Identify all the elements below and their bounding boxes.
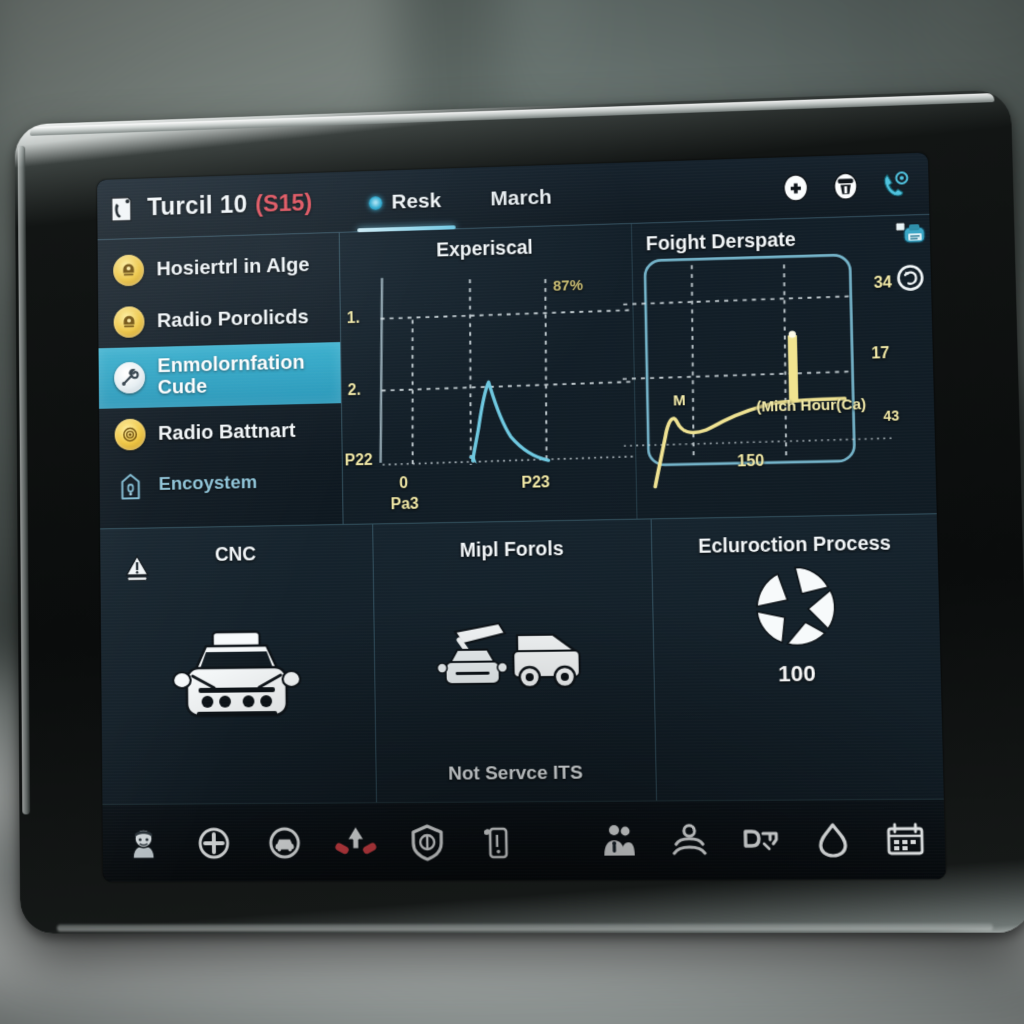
card-ecluroction-process[interactable]: Ecluroction Process 100 xyxy=(651,514,944,801)
shield-icon[interactable] xyxy=(407,821,447,862)
bottom-toolbar xyxy=(102,798,946,882)
key-icon[interactable] xyxy=(740,820,782,861)
tab-status-dot-icon xyxy=(368,195,383,210)
card-cnc[interactable]: CNC xyxy=(100,524,377,805)
sidebar-item-label: Enmolornfation Cude xyxy=(157,351,305,399)
sidebar-item-encoystem[interactable]: Encoystem xyxy=(99,456,342,513)
chart-xtick-0: 0 xyxy=(399,475,409,493)
target-badge-icon xyxy=(114,418,146,451)
refresh-circle-icon[interactable] xyxy=(893,261,927,294)
alert-badge-icon xyxy=(113,253,145,286)
bezel-bottom-highlight xyxy=(56,923,994,932)
warning-triangle-icon xyxy=(123,552,150,584)
tab-bar: Resk March xyxy=(368,165,553,231)
chart-annotation-mich-hour: (Mich Hour(Ca) xyxy=(756,396,867,416)
car-circle-icon[interactable] xyxy=(265,822,305,862)
people-group-icon[interactable] xyxy=(598,820,639,861)
phone-call-icon[interactable] xyxy=(879,168,913,201)
tab-resk[interactable]: Resk xyxy=(368,169,442,231)
card-title: Mipl Forols xyxy=(459,538,564,562)
infotainment-head-unit: Turcil 10 (S15) Resk March Hosiertrl in … xyxy=(14,89,1024,934)
sidebar: Hosiertrl in Alge Radio Porolicds Enmolo… xyxy=(97,232,344,529)
chart-ytick-17: 17 xyxy=(871,344,890,363)
toolbar-left-group xyxy=(124,821,514,863)
chart-annotation-m: M xyxy=(672,392,686,410)
phone-device-icon[interactable] xyxy=(479,824,514,859)
home-icon xyxy=(115,470,146,502)
chart-ytick-1: 1. xyxy=(346,309,360,328)
chart-xtick-pa3: Pa3 xyxy=(390,495,419,514)
two-cars-icon xyxy=(373,560,655,760)
chart-side-icons xyxy=(892,219,927,294)
chart-ytick-34: 34 xyxy=(873,274,893,292)
plus-circle-icon[interactable] xyxy=(194,823,234,863)
chart-xtick-p22: P22 xyxy=(344,451,373,470)
chart-experiscal-svg xyxy=(340,224,636,524)
printer-cyan-icon[interactable] xyxy=(892,219,926,252)
alert-badge-icon xyxy=(113,305,145,338)
wrench-badge-icon xyxy=(114,361,146,394)
card-subtitle: Not Servce ITS xyxy=(448,762,583,785)
card-title: CNC xyxy=(214,543,257,566)
chart-ytick-2: 2. xyxy=(347,381,361,400)
sidebar-item-hosiertrl-in-alge[interactable]: Hosiertrl in Alge xyxy=(98,238,340,297)
lcd-display[interactable]: Turcil 10 (S15) Resk March Hosiertrl in … xyxy=(97,152,946,882)
sidebar-item-label: Encoystem xyxy=(158,472,258,496)
sidebar-item-label: Hosiertrl in Alge xyxy=(156,253,310,280)
page-title: Turcil 10 xyxy=(147,190,248,222)
gamepad-icon[interactable] xyxy=(779,171,812,204)
airbag-person-icon[interactable] xyxy=(669,820,711,861)
top-bar-icons xyxy=(779,168,912,204)
card-mipl-forols[interactable]: Mipl Forols Not Servce ITS xyxy=(372,519,658,803)
chart-annotation-87: 87% xyxy=(552,277,584,295)
drop-heart-icon[interactable] xyxy=(812,819,854,860)
sidebar-item-radio-porolicds[interactable]: Radio Porolicds xyxy=(98,290,340,348)
title-group: Turcil 10 (S15) xyxy=(147,189,312,223)
charts-region: Experiscal 1. 2. P22 0 Pa3 P23 87% Foigh… xyxy=(339,214,937,525)
infotainment-ui: Turcil 10 (S15) Resk March Hosiertrl in … xyxy=(97,152,946,882)
cards-row: CNC Mipl Forols Not Servce ITS Eclurocti… xyxy=(100,513,944,805)
sidebar-item-label: Radio Porolicds xyxy=(156,305,309,332)
chart-ytick-43: 43 xyxy=(883,407,900,424)
taxi-front-icon xyxy=(100,564,375,804)
chart-xtick-p23: P23 xyxy=(521,474,551,492)
chart-experiscal[interactable]: Experiscal 1. 2. P22 0 Pa3 P23 87% xyxy=(339,223,637,525)
card-value: 100 xyxy=(777,660,817,687)
toolbar-right-group xyxy=(598,819,927,861)
sidebar-item-label: Radio Battnart xyxy=(157,418,296,445)
tab-march-label: March xyxy=(490,185,553,210)
calendar-icon[interactable] xyxy=(884,819,926,860)
hazard-arrows-icon[interactable] xyxy=(334,822,376,862)
sidebar-item-enmolornfation-cude[interactable]: Enmolornfation Cude xyxy=(98,342,341,409)
aperture-icon xyxy=(653,559,940,656)
chart-foight-svg xyxy=(631,215,936,519)
tab-march[interactable]: March xyxy=(490,165,552,227)
coffee-cup-icon[interactable] xyxy=(829,169,862,202)
chart-foight-derspate[interactable]: Foight Derspate 34 17 43 150 (Mich Hour(… xyxy=(631,215,936,519)
chart-xtick-150: 150 xyxy=(736,452,765,471)
handset-icon xyxy=(107,193,136,225)
avatar-icon[interactable] xyxy=(124,823,163,863)
main-content: Hosiertrl in Alge Radio Porolicds Enmolo… xyxy=(97,214,937,529)
tab-resk-label: Resk xyxy=(391,188,442,214)
title-badge: (S15) xyxy=(255,189,313,218)
card-title: Ecluroction Process xyxy=(697,532,892,558)
sidebar-item-radio-battnart[interactable]: Radio Battnart xyxy=(99,403,342,461)
